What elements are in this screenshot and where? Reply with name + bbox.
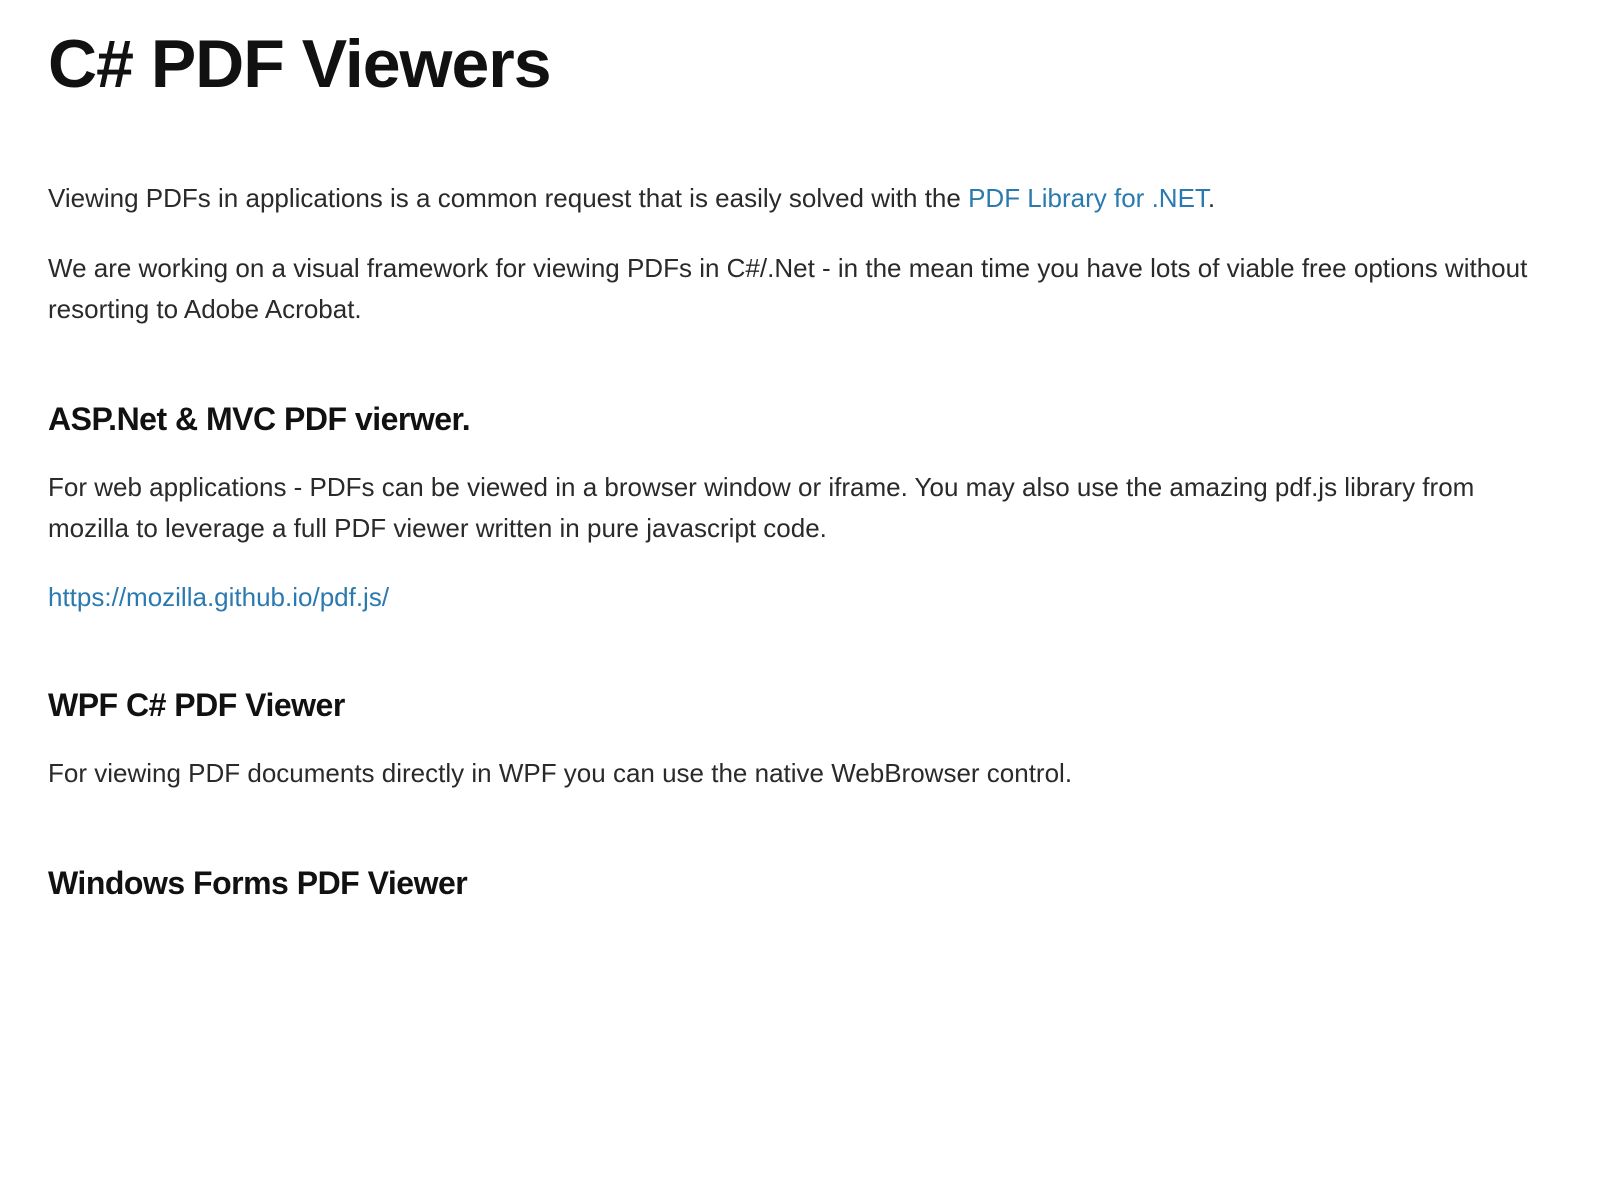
intro-text-before-link: Viewing PDFs in applications is a common… xyxy=(48,183,968,213)
intro-text-after-link: . xyxy=(1208,183,1215,213)
intro-paragraph-2: We are working on a visual framework for… xyxy=(48,248,1552,331)
pdf-library-link[interactable]: PDF Library for .NET xyxy=(968,183,1208,213)
section-heading-asp: ASP.Net & MVC PDF vierwer. xyxy=(48,395,1552,443)
asp-paragraph: For web applications - PDFs can be viewe… xyxy=(48,467,1552,550)
pdfjs-link[interactable]: https://mozilla.github.io/pdf.js/ xyxy=(48,582,389,612)
page-title: C# PDF Viewers xyxy=(48,30,1552,98)
section-heading-winforms: Windows Forms PDF Viewer xyxy=(48,859,1552,907)
intro-paragraph-1: Viewing PDFs in applications is a common… xyxy=(48,178,1552,220)
pdfjs-link-line: https://mozilla.github.io/pdf.js/ xyxy=(48,578,1552,617)
wpf-paragraph: For viewing PDF documents directly in WP… xyxy=(48,753,1552,795)
section-heading-wpf: WPF C# PDF Viewer xyxy=(48,681,1552,729)
